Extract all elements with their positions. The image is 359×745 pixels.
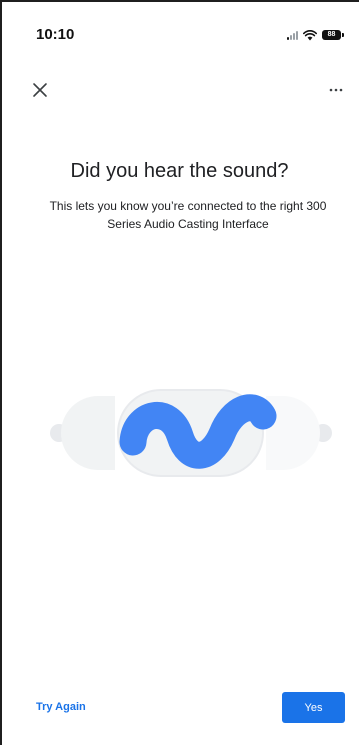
close-icon xyxy=(33,83,47,97)
page-subtitle: This lets you know you’re connected to t… xyxy=(49,199,327,231)
more-options-button[interactable] xyxy=(323,80,349,100)
yes-button[interactable]: Yes xyxy=(282,692,345,723)
status-icons: 88 xyxy=(287,28,344,42)
sound-wave-icon xyxy=(50,389,332,477)
sound-illustration xyxy=(40,378,340,488)
screen-border-left xyxy=(0,0,2,745)
more-horizontal-icon xyxy=(329,88,343,92)
page-title: Did you hear the sound? xyxy=(70,160,289,182)
status-time: 10:10 xyxy=(36,26,75,43)
battery-icon: 88 xyxy=(322,30,344,40)
close-button[interactable] xyxy=(28,78,52,102)
status-bar: 10:10 88 xyxy=(0,0,359,60)
try-again-link[interactable]: Try Again xyxy=(36,701,86,713)
wifi-icon xyxy=(303,29,317,40)
signal-icon xyxy=(287,30,298,40)
